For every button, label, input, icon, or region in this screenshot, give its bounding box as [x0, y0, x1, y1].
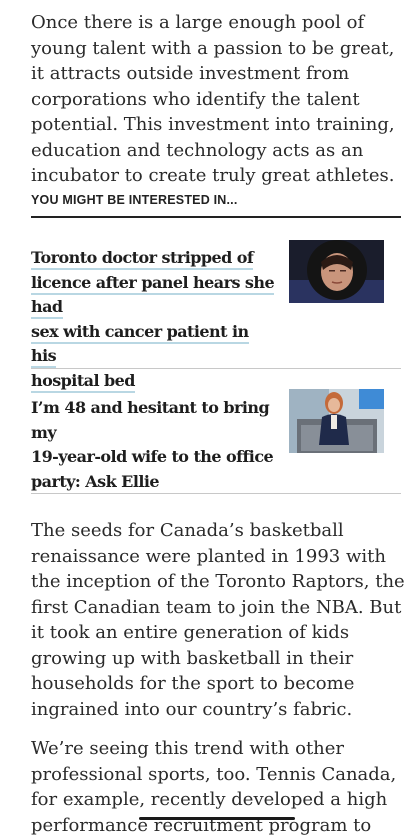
article-paragraph: The seeds for Canada’s basketball renais… [31, 520, 405, 720]
woman-in-fur-hood-photo [289, 240, 384, 303]
article-divider [31, 368, 401, 369]
title-line[interactable]: hospital bed [31, 370, 136, 393]
article-divider [31, 493, 401, 494]
related-article-title[interactable]: Toronto doctor stripped of licence after… [31, 246, 276, 393]
title-line[interactable]: licence after panel hears she had [31, 272, 275, 319]
article-paragraph: We’re seeing this trend with other profe… [31, 738, 397, 836]
related-articles-heading: YOU MIGHT BE INTERESTED IN... [31, 193, 238, 207]
title-line[interactable]: sex with cancer patient in his [31, 321, 249, 368]
scroll-indicator [139, 817, 295, 820]
related-article-card[interactable]: Toronto doctor stripped of licence after… [31, 240, 401, 393]
related-article-title[interactable]: I’m 48 and hesitant to bring my 19-year-… [31, 396, 276, 494]
heading-divider [31, 216, 401, 218]
related-article-card[interactable]: I’m 48 and hesitant to bring my 19-year-… [31, 389, 401, 491]
article-paragraph: Once there is a large enough pool of you… [31, 12, 395, 186]
article-thumbnail[interactable] [289, 389, 384, 453]
woman-on-tv-set-photo [289, 389, 384, 453]
title-line[interactable]: Toronto doctor stripped of [31, 248, 254, 270]
article-thumbnail[interactable] [289, 240, 384, 303]
title-line[interactable]: I’m 48 and hesitant to bring my [31, 398, 270, 442]
title-line[interactable]: 19-year-old wife to the office [31, 447, 274, 466]
title-line[interactable]: party: Ask Ellie [31, 472, 160, 491]
